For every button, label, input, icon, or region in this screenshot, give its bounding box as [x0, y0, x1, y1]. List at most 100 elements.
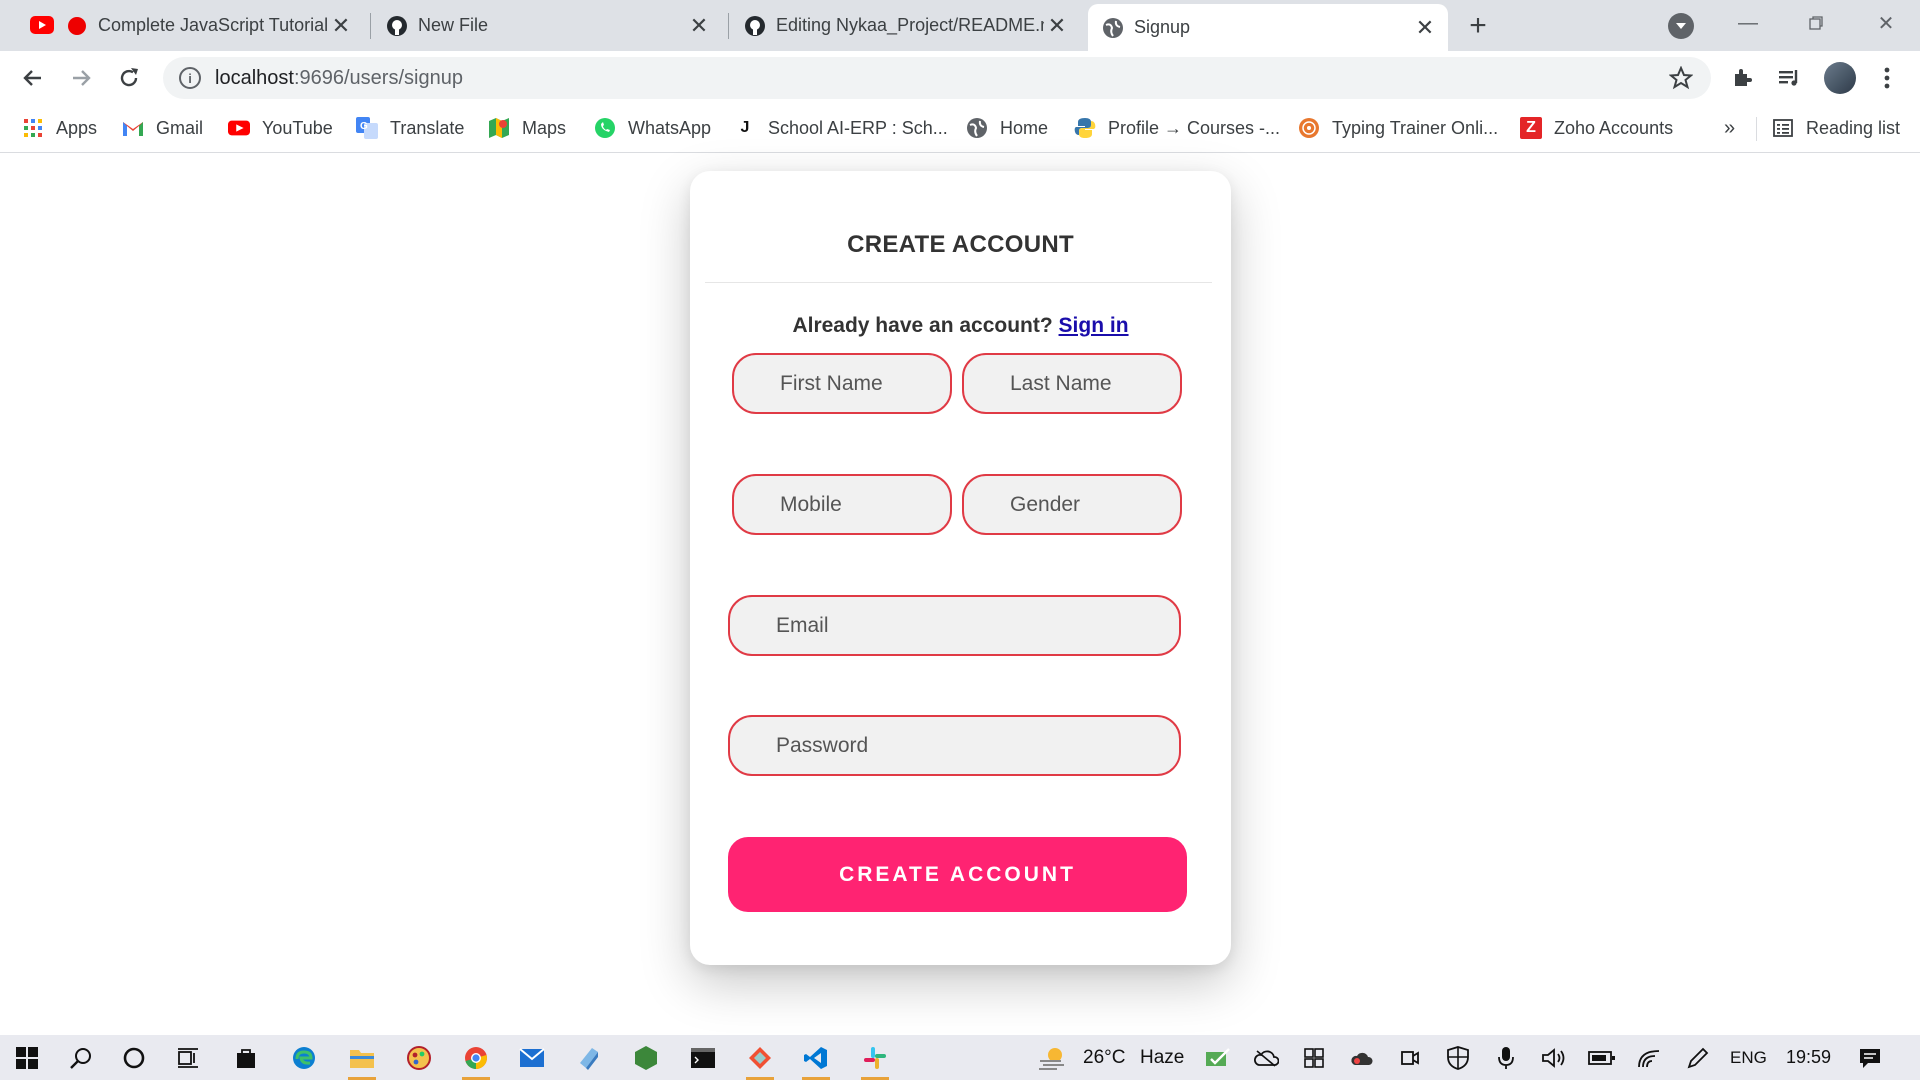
- tab-title: Editing Nykaa_Project/README.md: [776, 15, 1044, 35]
- input-language[interactable]: ENG: [1730, 1035, 1767, 1080]
- volume-icon[interactable]: [1538, 1042, 1570, 1074]
- back-button[interactable]: [16, 61, 50, 95]
- file-explorer-icon[interactable]: [346, 1042, 378, 1080]
- close-icon[interactable]: ✕: [328, 13, 354, 39]
- apps-grid-icon: [22, 117, 44, 139]
- close-icon[interactable]: ✕: [686, 13, 712, 39]
- bookmark-label: School AI-ERP : Sch...: [768, 117, 948, 138]
- bookmark-home[interactable]: Home: [966, 105, 1048, 151]
- pen-workspace-icon[interactable]: [1682, 1042, 1714, 1074]
- bookmark-apps[interactable]: Apps: [22, 105, 97, 151]
- whatsapp-icon: [594, 117, 616, 139]
- windows-start-icon[interactable]: [11, 1042, 43, 1074]
- address-bar[interactable]: i localhost:9696/users/signup: [163, 57, 1711, 99]
- tab-signup[interactable]: Signup ✕: [1088, 4, 1448, 51]
- python-icon: [1074, 117, 1096, 139]
- onedrive-icon[interactable]: [1250, 1042, 1282, 1074]
- bookmark-gmail[interactable]: Gmail: [122, 105, 203, 151]
- bookmark-label: WhatsApp: [628, 117, 712, 138]
- search-icon[interactable]: [65, 1042, 97, 1074]
- weather-haze-icon[interactable]: [1036, 1042, 1068, 1074]
- cortana-icon[interactable]: [118, 1042, 150, 1074]
- bookmark-maps[interactable]: Maps: [488, 105, 566, 151]
- recording-dot-icon: [66, 15, 88, 37]
- site-info-icon[interactable]: i: [179, 67, 201, 89]
- close-window-button[interactable]: ✕: [1866, 8, 1906, 38]
- close-icon[interactable]: ✕: [1412, 15, 1438, 41]
- minimize-button[interactable]: —: [1728, 8, 1768, 38]
- vscode-icon[interactable]: [800, 1042, 832, 1080]
- mobile-input[interactable]: [732, 474, 952, 535]
- bookmark-school-erp[interactable]: J School AI-ERP : Sch...: [734, 105, 948, 151]
- battery-icon[interactable]: [1586, 1042, 1618, 1074]
- bookmark-typing-trainer[interactable]: Typing Trainer Onli...: [1298, 105, 1498, 151]
- slack-icon[interactable]: [859, 1042, 891, 1080]
- clock-time[interactable]: 19:59: [1786, 1035, 1831, 1080]
- url-text[interactable]: localhost:9696/users/signup: [215, 67, 463, 90]
- last-name-input[interactable]: [962, 353, 1182, 414]
- bookmark-whatsapp[interactable]: WhatsApp: [594, 105, 711, 151]
- more-menu-icon[interactable]: [1872, 63, 1902, 93]
- bookmark-profile-courses[interactable]: Profile → Courses -...: [1074, 105, 1280, 151]
- nodejs-icon[interactable]: [630, 1042, 662, 1074]
- mail-icon[interactable]: [516, 1042, 548, 1074]
- bookmark-label: Home: [1000, 117, 1049, 138]
- new-tab-button[interactable]: +: [1462, 9, 1494, 42]
- weather-description[interactable]: Haze: [1140, 1035, 1184, 1080]
- bookmark-youtube[interactable]: YouTube: [228, 105, 333, 151]
- bookmarks-divider: [1756, 117, 1757, 141]
- cloud-sync-icon[interactable]: [1346, 1042, 1378, 1074]
- weather-temperature[interactable]: 26°C: [1083, 1035, 1125, 1080]
- store-icon[interactable]: [230, 1042, 262, 1074]
- signin-prompt: Already have an account? Sign in: [690, 314, 1231, 338]
- svg-text:G: G: [360, 121, 368, 132]
- wifi-icon[interactable]: [1634, 1042, 1666, 1074]
- bookmark-translate[interactable]: G Translate: [356, 105, 464, 151]
- security-check-icon[interactable]: [1202, 1042, 1234, 1074]
- card-title: CREATE ACCOUNT: [847, 231, 1074, 258]
- maps-icon: [488, 117, 510, 139]
- gender-input[interactable]: [962, 474, 1182, 535]
- tab-javascript-tutorial[interactable]: Complete JavaScript Tutorial ✕: [52, 0, 364, 51]
- notifications-icon[interactable]: [1854, 1042, 1886, 1074]
- extensions-icon[interactable]: [1728, 63, 1758, 93]
- reading-list-button[interactable]: Reading list: [1772, 105, 1900, 151]
- edge-icon[interactable]: [288, 1042, 320, 1074]
- tab-new-file[interactable]: New File ✕: [372, 0, 722, 51]
- profile-avatar[interactable]: [1824, 62, 1856, 94]
- bookmark-label: Profile → Courses -...: [1108, 117, 1281, 138]
- microphone-icon[interactable]: [1490, 1042, 1522, 1074]
- restore-button[interactable]: [1796, 8, 1836, 38]
- bookmark-label: Apps: [56, 117, 98, 138]
- bookmark-zoho-accounts[interactable]: Z Zoho Accounts: [1520, 105, 1673, 151]
- first-name-input[interactable]: [732, 353, 952, 414]
- paint-app-icon[interactable]: [403, 1042, 435, 1074]
- more-bookmarks-button[interactable]: »: [1724, 105, 1735, 151]
- email-input[interactable]: [728, 595, 1181, 656]
- chrome-icon[interactable]: [460, 1042, 492, 1080]
- password-input[interactable]: [728, 715, 1181, 776]
- media-control-icon[interactable]: [1774, 63, 1804, 93]
- reload-button[interactable]: [112, 61, 146, 95]
- bookmark-label: Maps: [522, 117, 567, 138]
- windows-security-icon[interactable]: [1442, 1042, 1474, 1074]
- tab-separator: [728, 13, 729, 39]
- git-gui-icon[interactable]: [744, 1042, 776, 1080]
- task-view-icon[interactable]: [172, 1042, 204, 1074]
- meet-now-icon[interactable]: [1394, 1042, 1426, 1074]
- tab-title: Signup: [1134, 17, 1191, 37]
- signin-link[interactable]: Sign in: [1059, 314, 1129, 337]
- teams-icon[interactable]: [1298, 1042, 1330, 1074]
- tab-search-icon[interactable]: [1668, 13, 1694, 39]
- forward-button[interactable]: [64, 61, 98, 95]
- bookmark-star-icon[interactable]: [1668, 65, 1694, 90]
- tab-title: Complete JavaScript Tutorial: [98, 15, 328, 35]
- virtualbox-icon[interactable]: [573, 1042, 605, 1074]
- create-account-button[interactable]: CREATE ACCOUNT: [728, 837, 1187, 912]
- close-icon[interactable]: ✕: [1044, 13, 1070, 39]
- terminal-icon[interactable]: [687, 1042, 719, 1074]
- tab-editing-readme[interactable]: Editing Nykaa_Project/README.md ✕: [730, 0, 1080, 51]
- typing-trainer-icon: [1298, 117, 1320, 139]
- tab-separator: [370, 13, 371, 39]
- github-icon: [744, 15, 766, 37]
